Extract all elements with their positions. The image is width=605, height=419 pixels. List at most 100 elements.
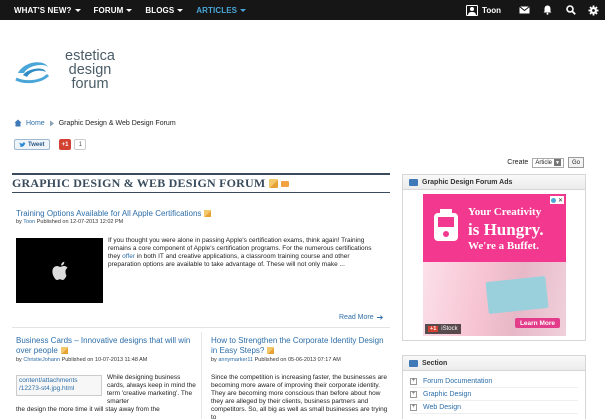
chevron-down-icon: [74, 8, 81, 12]
article-2-meta: by ChristieJohann Published on 10-07-201…: [16, 357, 147, 363]
article-2-excerpt-cont: the design the more time it will stay aw…: [16, 406, 160, 413]
twitter-icon: [19, 141, 26, 147]
breadcrumb-arrow-icon: [49, 120, 54, 126]
article-1-excerpt: If you thought you were alone in passing…: [108, 237, 380, 269]
home-icon[interactable]: [14, 119, 22, 127]
article-2-attachment-link[interactable]: content/attachments /12273-st4.jpg.html: [16, 375, 102, 396]
forum-heading: GRAPHIC DESIGN & WEB DESIGN FORUM: [12, 173, 390, 193]
logo-line-3: forum: [71, 76, 109, 92]
logo-line-2: design: [68, 62, 112, 78]
article-3-title[interactable]: How to Strengthen the Corporate Identity…: [211, 336, 386, 356]
article-1-excerpt-b: in both IT and creative applications, a …: [108, 253, 350, 268]
gplus-count: 1: [74, 139, 87, 150]
breadcrumb-home[interactable]: Home: [26, 120, 45, 127]
ad-headline-2: is Hungry.: [468, 220, 544, 239]
ad-close-button[interactable]: ✕: [550, 196, 564, 204]
user-icon[interactable]: [466, 4, 479, 16]
ad-headline-3: We're a Buffet.: [468, 240, 539, 252]
nav-whats-new[interactable]: WHAT'S NEW?: [14, 6, 81, 15]
expand-plus-icon[interactable]: +: [410, 377, 417, 385]
adchoices-icon: [550, 197, 556, 203]
share-bar: Tweet +1 1: [14, 139, 87, 150]
article-3-excerpt: Since the competition is increasing fast…: [211, 374, 388, 419]
section-panel-title: Section: [422, 359, 448, 367]
logo-line-1: estetica: [65, 48, 115, 64]
article-1-title[interactable]: Training Options Available for All Apple…: [16, 209, 212, 219]
site-logo[interactable]: estetica design forum: [14, 49, 129, 95]
breadcrumb: Home Graphic Design & Web Design Forum: [14, 119, 176, 127]
logo-wordmark: estetica design forum: [54, 48, 126, 92]
gplus-label: +1: [61, 141, 69, 148]
create-type-value: Article: [535, 159, 552, 166]
tweet-label: Tweet: [28, 141, 45, 148]
chevron-down-icon: ▼: [553, 159, 561, 166]
ad-gplus-button[interactable]: +1: [428, 326, 439, 332]
close-icon: ✕: [557, 197, 564, 204]
section-item-forum-documentation[interactable]: + Forum Documentation: [410, 375, 578, 388]
edit-pencil-icon[interactable]: [267, 347, 275, 355]
edit-pencil-icon[interactable]: [204, 210, 212, 218]
ads-icon: [409, 178, 418, 186]
read-more-link[interactable]: Read More ➔: [339, 313, 383, 322]
mail-icon[interactable]: [513, 0, 536, 20]
rss-icon[interactable]: [281, 180, 290, 187]
article-3-author[interactable]: annymarker11: [218, 357, 253, 363]
breadcrumb-current: Graphic Design & Web Design Forum: [58, 119, 176, 127]
section-item-label: Graphic Design: [423, 390, 472, 398]
nav-whats-new-label: WHAT'S NEW?: [14, 5, 72, 15]
article-2-title[interactable]: Business Cards – Innovative designs that…: [16, 336, 191, 356]
section-item-graphic-design[interactable]: + Graphic Design: [410, 388, 578, 401]
meta-by: by: [16, 357, 22, 363]
expand-plus-icon[interactable]: +: [410, 403, 417, 411]
article-divider: [12, 327, 390, 328]
gear-icon[interactable]: [582, 0, 605, 20]
meta-by: by: [16, 219, 22, 225]
search-icon[interactable]: [559, 0, 582, 20]
nav-articles-label: ARTICLES: [196, 5, 238, 15]
expand-plus-icon[interactable]: +: [410, 390, 417, 398]
create-type-select[interactable]: Article ▼: [532, 157, 564, 168]
article-2-published: Published on 10-07-2013 11:48 AM: [61, 357, 148, 363]
article-1-thumbnail[interactable]: [16, 238, 103, 303]
top-navigation-bar: WHAT'S NEW? FORUM BLOGS ARTICLES Toon: [0, 0, 605, 20]
nav-articles[interactable]: ARTICLES: [196, 5, 247, 15]
username-link[interactable]: Toon: [482, 6, 501, 15]
section-list: + Forum Documentation + Graphic Design +…: [403, 371, 585, 418]
article-3-published: Published on 05-06-2013 07:17 AM: [254, 357, 341, 363]
article-1-offer-link[interactable]: offer: [122, 253, 135, 260]
article-1-author[interactable]: Toon: [23, 219, 35, 225]
ads-panel-header: Graphic Design Forum Ads: [403, 175, 585, 190]
ads-panel: Graphic Design Forum Ads ✕ Your Creativi…: [402, 174, 586, 341]
read-more-label: Read More: [339, 314, 374, 321]
tweet-button[interactable]: Tweet: [14, 139, 50, 150]
ad-headline-1: Your Creativity: [468, 206, 542, 218]
article-1-meta: by Toon Published on 12-07-2013 12:02 PM: [16, 219, 123, 225]
edit-pencil-icon[interactable]: [269, 179, 279, 188]
arrow-right-icon: ➔: [376, 313, 384, 322]
ad-card-illustration: [485, 275, 549, 315]
nav-forum[interactable]: FORUM: [94, 6, 133, 15]
nav-blogs[interactable]: BLOGS: [145, 5, 184, 15]
piggy-bank-icon: [434, 209, 458, 241]
article-2-excerpt: While designing business cards, always k…: [107, 374, 196, 405]
section-item-web-design[interactable]: + Web Design: [410, 401, 578, 414]
edit-pencil-icon[interactable]: [60, 347, 68, 355]
section-item-label: Forum Documentation: [423, 377, 493, 385]
ad-brand-name: iStock: [441, 326, 458, 332]
meta-by: by: [211, 357, 217, 363]
ad-learn-more-button[interactable]: Learn More: [514, 318, 560, 328]
page-title: GRAPHIC DESIGN & WEB DESIGN FORUM: [12, 176, 266, 190]
go-button[interactable]: Go: [567, 157, 584, 168]
nav-forum-label: FORUM: [93, 5, 124, 15]
gplus-button[interactable]: +1: [58, 139, 72, 150]
user-area: Toon: [466, 0, 605, 20]
chevron-down-icon: [177, 8, 184, 12]
column-divider: [201, 332, 202, 419]
ad-banner[interactable]: ✕ Your Creativity is Hungry. We're a Buf…: [423, 194, 566, 336]
chevron-down-icon: [126, 8, 133, 12]
bell-icon[interactable]: [536, 0, 559, 20]
nav-blogs-label: BLOGS: [145, 5, 175, 15]
article-1-title-text: Training Options Available for All Apple…: [16, 209, 202, 218]
section-panel-header: Section: [403, 356, 585, 371]
article-2-author[interactable]: ChristieJohann: [23, 357, 60, 363]
